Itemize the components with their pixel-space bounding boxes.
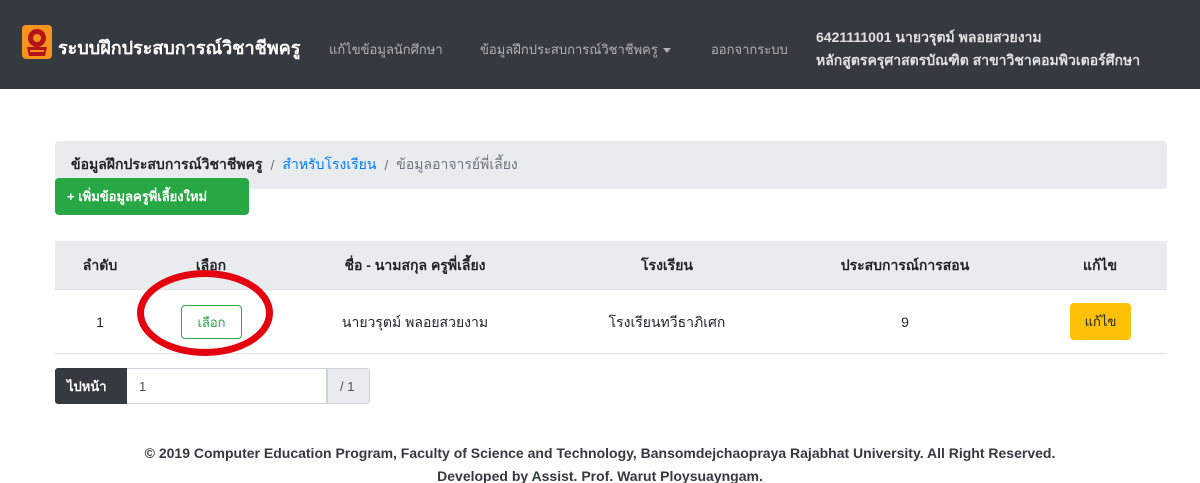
university-seal-icon[interactable] <box>20 23 54 61</box>
breadcrumb-link-school[interactable]: สำหรับโรงเรียน <box>282 154 376 176</box>
col-header-experience: ประสบการณ์การสอน <box>840 257 970 273</box>
nav-logout[interactable]: ออกจากระบบ <box>711 39 788 60</box>
edit-mentor-button[interactable]: แก้ไข <box>1070 303 1131 340</box>
nav-edit-student-info[interactable]: แก้ไขข้อมูลนักศึกษา <box>329 39 443 60</box>
cell-experience: 9 <box>901 314 909 330</box>
cell-mentor-name: นายวรุตม์ พลอยสวยงาม <box>341 314 489 330</box>
caret-down-icon <box>662 48 671 54</box>
breadcrumb-root: ข้อมูลฝึกประสบการณ์วิชาชีพครู <box>71 156 263 172</box>
top-navbar: ระบบฝึกประสบการณ์วิชาชีพครู แก้ไขข้อมูลน… <box>0 0 1200 89</box>
breadcrumb-separator: / <box>384 157 389 173</box>
goto-page-input[interactable] <box>127 368 327 404</box>
table-header: ลำดับ เลือก ชื่อ - นามสกุล ครูพี่เลี้ยง … <box>55 241 1167 290</box>
goto-page-label: ไปหน้า <box>55 368 127 404</box>
add-mentor-button[interactable]: + เพิ่มข้อมูลครูพี่เลี้ยงใหม่ <box>55 178 249 215</box>
total-pages: / 1 <box>327 368 370 404</box>
col-header-select: เลือก <box>195 257 227 273</box>
nav-teaching-practice-dropdown[interactable]: ข้อมูลฝึกประสบการณ์วิชาชีพครู <box>480 39 671 60</box>
cell-no: 1 <box>96 314 104 330</box>
user-id-name: 6421111001 นายวรุตม์ พลอยสวยงาม <box>816 29 1042 45</box>
footer-copyright: © 2019 Computer Education Program, Facul… <box>144 445 1056 461</box>
cell-school: โรงเรียนทวีธาภิเศก <box>608 314 726 330</box>
footer-developer: Developed by Assist. Prof. Warut Ploysua… <box>437 468 763 483</box>
select-mentor-button[interactable]: เลือก <box>181 305 242 339</box>
breadcrumb-separator: / <box>270 157 275 173</box>
col-header-no: ลำดับ <box>82 257 118 273</box>
col-header-school: โรงเรียน <box>641 257 693 273</box>
brand-title[interactable]: ระบบฝึกประสบการณ์วิชาชีพครู <box>58 33 300 62</box>
col-header-edit: แก้ไข <box>1082 257 1118 273</box>
nav-teaching-practice-label: ข้อมูลฝึกประสบการณ์วิชาชีพครู <box>480 42 658 57</box>
user-program: หลักสูตรครุศาสตรบัณฑิต สาขาวิชาคอมพิวเตอ… <box>816 52 1141 68</box>
table-row: 1 เลือก นายวรุตม์ พลอยสวยงาม โรงเรียนทวี… <box>55 290 1167 354</box>
breadcrumb-current: ข้อมูลอาจารย์พี่เลี้ยง <box>396 156 518 172</box>
col-header-mentor-name: ชื่อ - นามสกุล ครูพี่เลี้ยง <box>344 257 486 273</box>
